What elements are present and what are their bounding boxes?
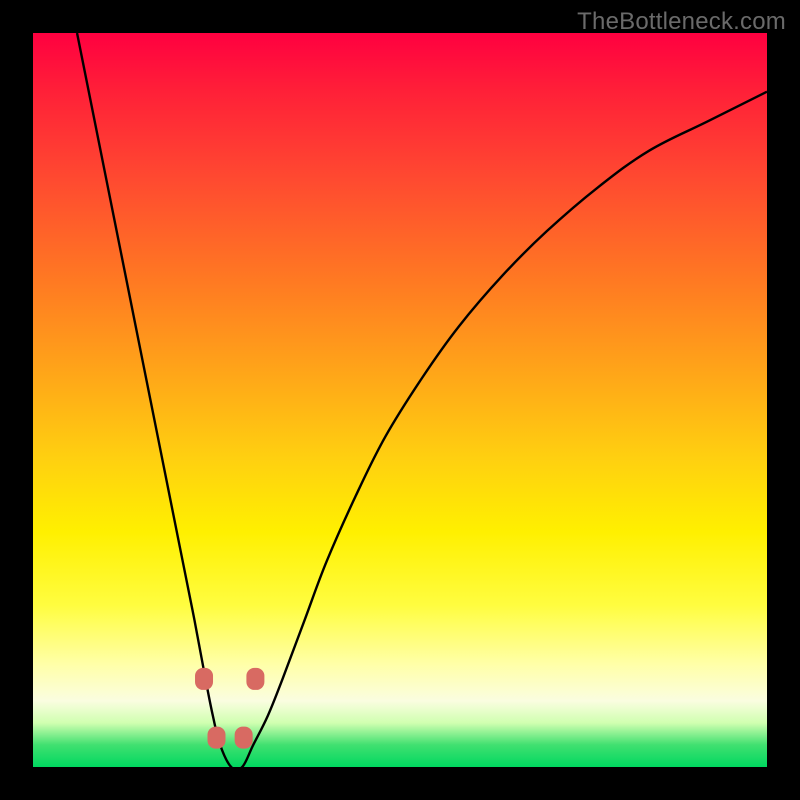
bottleneck-curve xyxy=(77,33,767,767)
curve-marker xyxy=(195,668,213,690)
chart-svg xyxy=(33,33,767,767)
chart-plot-area xyxy=(33,33,767,767)
curve-markers xyxy=(195,668,264,749)
curve-marker xyxy=(235,727,253,749)
curve-marker xyxy=(208,727,226,749)
curve-marker xyxy=(246,668,264,690)
watermark-text: TheBottleneck.com xyxy=(577,8,786,36)
